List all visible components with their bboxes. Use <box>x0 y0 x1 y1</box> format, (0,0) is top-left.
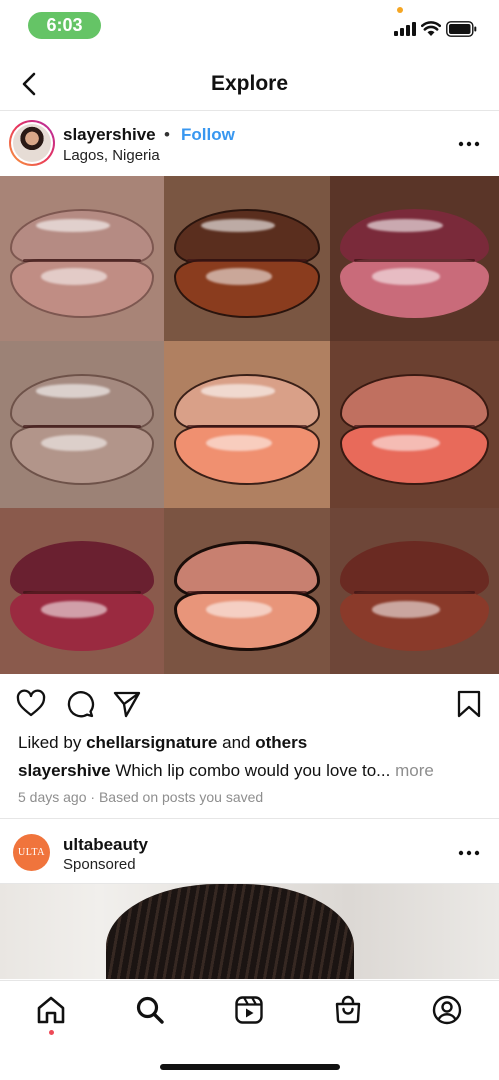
photo-tile <box>0 176 164 341</box>
caption-more-link[interactable]: more <box>395 761 434 780</box>
caption-username[interactable]: slayershive <box>18 761 111 780</box>
status-time: 6:03 <box>28 12 101 39</box>
reels-icon[interactable] <box>233 994 265 1026</box>
post-photo[interactable] <box>0 176 499 674</box>
home-icon[interactable] <box>35 994 67 1026</box>
bookmark-icon[interactable] <box>454 689 484 719</box>
sponsored-photo[interactable] <box>0 884 499 979</box>
more-options-icon[interactable] <box>457 841 481 865</box>
heart-icon[interactable] <box>16 689 46 719</box>
post-location[interactable]: Lagos, Nigeria <box>63 147 160 164</box>
post-header: slayershive • Follow Lagos, Nigeria <box>0 112 499 176</box>
privacy-indicator-dot <box>397 7 403 13</box>
share-icon[interactable] <box>112 689 142 719</box>
photo-tile <box>330 176 499 341</box>
photo-tile <box>0 508 164 674</box>
follow-button[interactable]: Follow <box>181 125 235 145</box>
post-actions <box>0 685 499 725</box>
post-username[interactable]: slayershive <box>63 125 156 145</box>
page-title: Explore <box>210 72 289 95</box>
notification-dot <box>49 1030 54 1035</box>
header-divider <box>0 110 499 111</box>
liked-by-user[interactable]: chellarsignature <box>86 733 217 752</box>
photo-tile <box>330 508 499 674</box>
sponsor-username[interactable]: ultabeauty <box>63 835 148 855</box>
battery-icon <box>446 21 477 37</box>
comment-icon[interactable] <box>65 689 95 719</box>
more-options-icon[interactable] <box>457 132 481 156</box>
avatar[interactable]: ULTA <box>13 834 50 871</box>
explore-header: Explore <box>0 58 499 110</box>
photo-tile <box>164 176 330 341</box>
liked-by-others[interactable]: others <box>255 733 307 752</box>
username-separator: • <box>164 125 170 144</box>
post-divider <box>0 818 499 819</box>
post-caption: slayershive Which lip combo would you lo… <box>18 761 488 781</box>
shop-icon[interactable] <box>332 994 364 1026</box>
photo-tile <box>0 341 164 508</box>
avatar[interactable] <box>9 120 55 166</box>
post-timestamp: 5 days ago <box>18 789 87 805</box>
home-indicator[interactable] <box>160 1064 340 1070</box>
sponsored-post-header: ULTA ultabeauty Sponsored <box>0 824 499 882</box>
cellular-signal-icon <box>394 22 418 36</box>
photo-tile <box>330 341 499 508</box>
likes-summary[interactable]: Liked by chellarsignature and others <box>18 733 307 753</box>
wifi-icon <box>421 21 441 36</box>
photo-tile <box>164 508 330 674</box>
post-meta: 5 days ago · Based on posts you saved <box>18 789 264 805</box>
profile-icon[interactable] <box>431 994 463 1026</box>
sponsored-label: Sponsored <box>63 856 136 873</box>
recommendation-reason: Based on posts you saved <box>98 789 264 805</box>
status-bar: 6:03 <box>0 0 499 48</box>
caption-text: Which lip combo would you love to... <box>115 761 391 780</box>
photo-tile <box>164 341 330 508</box>
search-icon[interactable] <box>134 994 166 1026</box>
